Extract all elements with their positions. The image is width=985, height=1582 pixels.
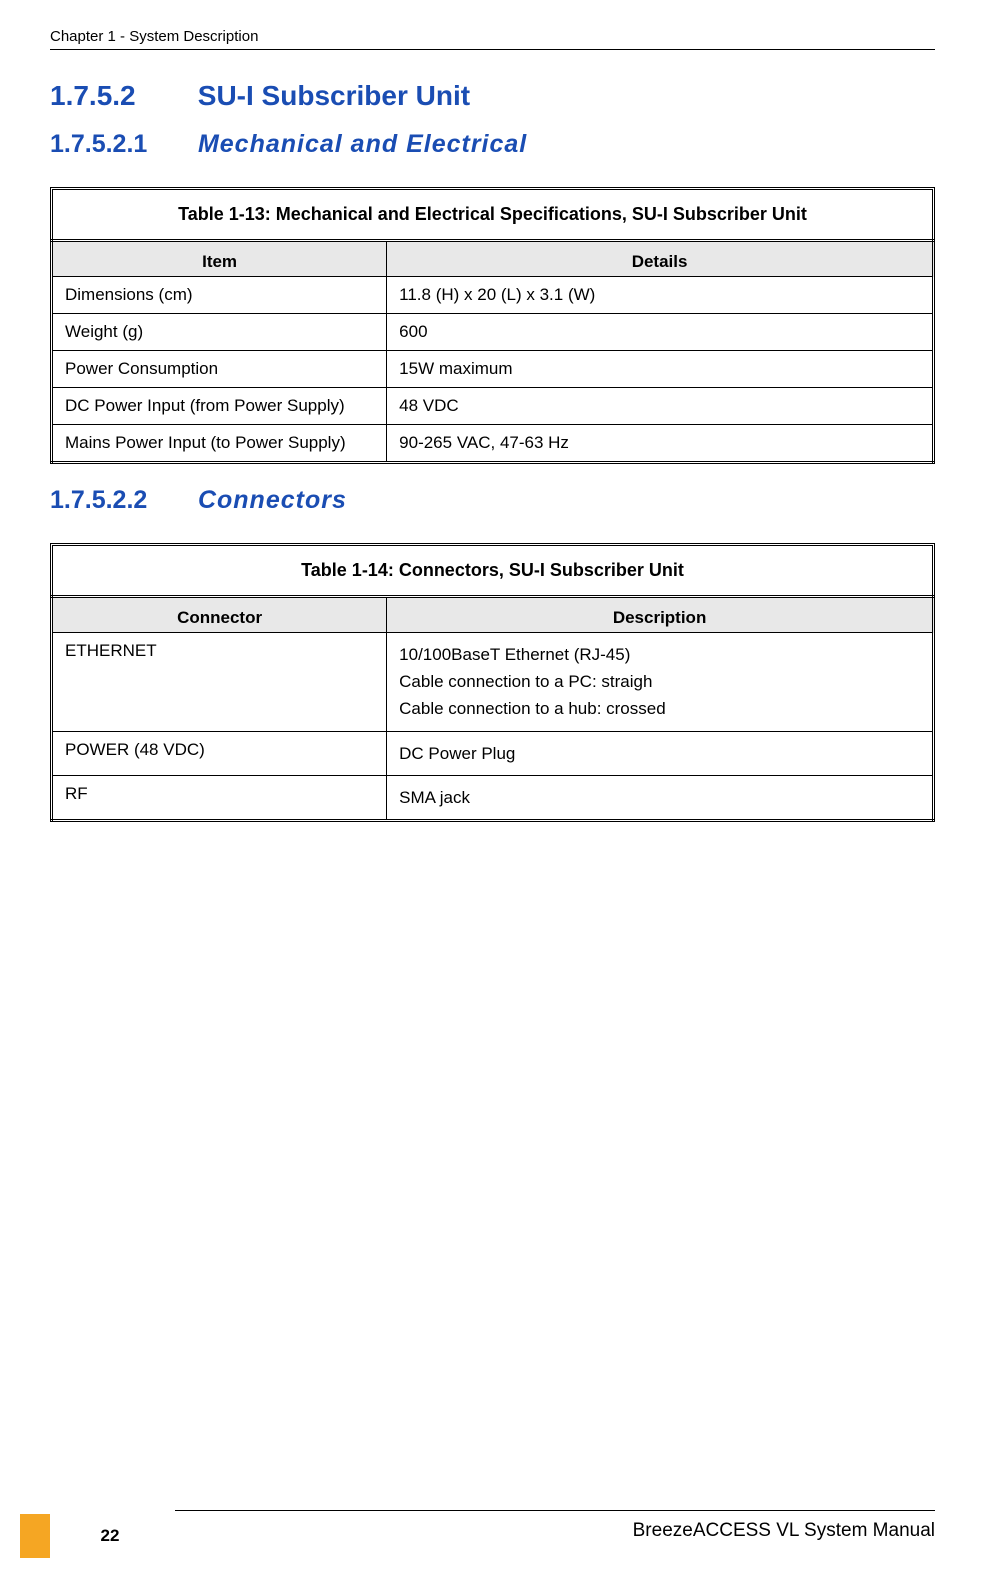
description-line: 10/100BaseT Ethernet (RJ-45) (399, 641, 920, 668)
section-title: SU-I Subscriber Unit (198, 80, 470, 111)
table-row: DC Power Input (from Power Supply)48 VDC (52, 388, 934, 425)
column-header-connector: Connector (52, 597, 387, 633)
cell-item: Weight (g) (52, 314, 387, 351)
cell-details: 90-265 VAC, 47-63 Hz (387, 425, 934, 463)
table-mechanical-electrical: Table 1-13: Mechanical and Electrical Sp… (50, 187, 935, 464)
cell-item: Power Consumption (52, 351, 387, 388)
cell-item: DC Power Input (from Power Supply) (52, 388, 387, 425)
page-number: 22 (101, 1526, 120, 1546)
table-row: ETHERNET10/100BaseT Ethernet (RJ-45)Cabl… (52, 633, 934, 732)
cell-connector: ETHERNET (52, 633, 387, 732)
description-line: DC Power Plug (399, 740, 920, 767)
section-number: 1.7.5.2 (50, 80, 190, 112)
subsection-title: Connectors (198, 486, 347, 514)
table-caption: Table 1-14: Connectors, SU-I Subscriber … (50, 543, 935, 595)
subsection-number: 1.7.5.2.2 (50, 486, 190, 515)
footer-rule (175, 1510, 935, 1511)
subsection-heading: 1.7.5.2.2 Connectors (50, 486, 935, 515)
table14-body: ETHERNET10/100BaseT Ethernet (RJ-45)Cabl… (52, 633, 934, 821)
cell-description: SMA jack (387, 775, 934, 820)
chapter-label: Chapter 1 - System Description (50, 28, 258, 45)
table-row: Dimensions (cm)11.8 (H) x 20 (L) x 3.1 (… (52, 277, 934, 314)
manual-title: BreezeACCESS VL System Manual (633, 1520, 935, 1542)
cell-connector: POWER (48 VDC) (52, 731, 387, 775)
column-header-details: Details (387, 241, 934, 277)
subsection-number: 1.7.5.2.1 (50, 130, 190, 159)
description-line: Cable connection to a PC: straigh (399, 668, 920, 695)
table-row: POWER (48 VDC) DC Power Plug (52, 731, 934, 775)
cell-details: 48 VDC (387, 388, 934, 425)
cell-connector: RF (52, 775, 387, 820)
table-row: RF SMA jack (52, 775, 934, 820)
page-header: Chapter 1 - System Description (50, 0, 935, 50)
table13-body: Dimensions (cm)11.8 (H) x 20 (L) x 3.1 (… (52, 277, 934, 463)
cell-description: DC Power Plug (387, 731, 934, 775)
cell-item: Mains Power Input (to Power Supply) (52, 425, 387, 463)
cell-details: 600 (387, 314, 934, 351)
column-header-item: Item (52, 241, 387, 277)
table-caption: Table 1-13: Mechanical and Electrical Sp… (50, 187, 935, 239)
cell-item: Dimensions (cm) (52, 277, 387, 314)
cell-details: 15W maximum (387, 351, 934, 388)
description-line: SMA jack (399, 784, 920, 811)
page-number-box: 22 (50, 1514, 170, 1558)
section-heading: 1.7.5.2 SU-I Subscriber Unit (50, 80, 935, 112)
cell-details: 11.8 (H) x 20 (L) x 3.1 (W) (387, 277, 934, 314)
cell-description: 10/100BaseT Ethernet (RJ-45)Cable connec… (387, 633, 934, 732)
table-connectors: Table 1-14: Connectors, SU-I Subscriber … (50, 543, 935, 822)
footer-accent (20, 1514, 50, 1558)
table-row: Power Consumption15W maximum (52, 351, 934, 388)
table-row: Weight (g)600 (52, 314, 934, 351)
subsection-title: Mechanical and Electrical (198, 130, 527, 158)
description-line: Cable connection to a hub: crossed (399, 695, 920, 722)
page-footer: BreezeACCESS VL System Manual 22 (0, 1492, 985, 1582)
table-row: Mains Power Input (to Power Supply)90-26… (52, 425, 934, 463)
column-header-description: Description (387, 597, 934, 633)
subsection-heading: 1.7.5.2.1 Mechanical and Electrical (50, 130, 935, 159)
